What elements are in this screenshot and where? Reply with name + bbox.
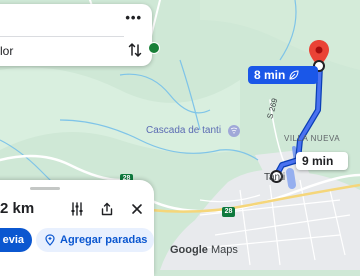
town-label-tanti: Tanti xyxy=(264,172,286,183)
start-preview-button[interactable]: evia xyxy=(0,228,32,252)
add-stops-label: Agregar paradas xyxy=(60,234,148,246)
destination-field[interactable]: lor xyxy=(0,44,13,58)
town-label-villa-nueva: VILLA NUEVA xyxy=(284,134,341,143)
waterfall-poi-icon[interactable] xyxy=(228,125,240,137)
directions-bottom-sheet: 2 km evia Agregar paradas xyxy=(0,180,154,276)
more-options-button[interactable]: ••• xyxy=(125,10,142,25)
swap-vertical-icon[interactable] xyxy=(128,42,142,58)
poi-label[interactable]: Cascada de tanti xyxy=(146,125,221,136)
close-icon xyxy=(132,204,142,214)
attribution-maps: Maps xyxy=(207,244,238,256)
route-alt-time: 9 min xyxy=(302,154,334,168)
share-icon xyxy=(101,202,113,216)
sheet-drag-handle[interactable] xyxy=(30,187,60,190)
route-primary-label[interactable]: 8 min xyxy=(248,66,318,84)
card-divider xyxy=(0,36,124,37)
eco-leaf-icon xyxy=(289,70,299,80)
attribution-google: Google xyxy=(170,244,208,256)
tune-icon xyxy=(71,202,83,216)
route-primary-time: 8 min xyxy=(254,68,286,82)
add-stops-button[interactable]: Agregar paradas xyxy=(36,228,154,252)
directions-card: ••• lor xyxy=(0,4,152,66)
route-distance: 2 km xyxy=(0,200,35,217)
route-options-button[interactable] xyxy=(66,198,88,220)
add-location-icon xyxy=(45,234,55,246)
map-attribution: Google Maps xyxy=(170,244,238,256)
route-alt-label[interactable]: 9 min xyxy=(296,152,348,170)
place-marker-icon[interactable] xyxy=(148,42,160,54)
close-button[interactable] xyxy=(126,198,148,220)
share-button[interactable] xyxy=(96,198,118,220)
route-badge-28: 28 xyxy=(222,207,235,217)
